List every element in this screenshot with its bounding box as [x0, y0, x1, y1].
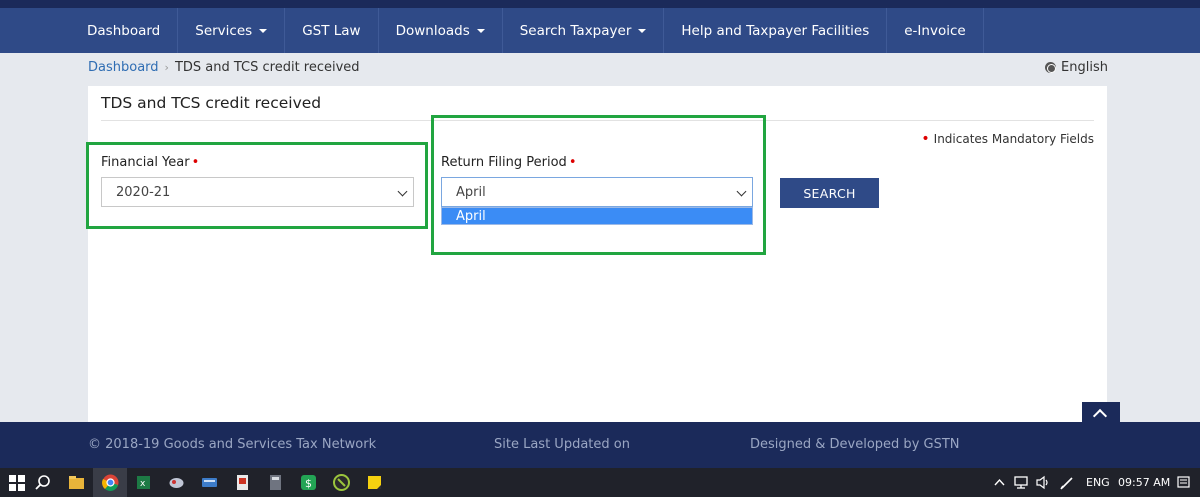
chrome-icon: [102, 474, 119, 491]
excel-icon[interactable]: x: [134, 473, 153, 492]
nav-item-downloads[interactable]: Downloads: [379, 8, 503, 53]
money-app-icon[interactable]: $: [299, 473, 318, 492]
globe-icon: [1045, 62, 1057, 73]
mandatory-note: • Indicates Mandatory Fields: [921, 131, 1094, 147]
svg-text:$: $: [305, 477, 312, 490]
chevron-up-icon[interactable]: [990, 473, 1009, 492]
caret-down-icon: [476, 28, 485, 33]
nav-item-label: GST Law: [302, 22, 361, 39]
breadcrumb-dashboard-link[interactable]: Dashboard: [88, 60, 159, 75]
footer-last-updated: Site Last Updated on: [494, 437, 630, 452]
breadcrumb-current: TDS and TCS credit received: [174, 60, 360, 75]
breadcrumb: Dashboard › TDS and TCS credit received En…: [88, 60, 1108, 80]
clock[interactable]: 09:57 AM: [1118, 476, 1170, 489]
caret-down-icon: [638, 28, 647, 33]
media-app-icon[interactable]: [332, 473, 351, 492]
search-button[interactable]: SEARCH: [780, 178, 879, 208]
calculator-icon[interactable]: [266, 473, 285, 492]
network-icon[interactable]: [1012, 473, 1031, 492]
input-language-indicator[interactable]: ENG: [1086, 476, 1110, 489]
nav-item-gst-law[interactable]: GST Law: [285, 8, 379, 53]
language-selector[interactable]: English: [1045, 60, 1108, 75]
nav-item-search-taxpayer[interactable]: Search Taxpayer: [503, 8, 665, 53]
page-title: TDS and TCS credit received: [101, 94, 322, 112]
nav-item-services[interactable]: Services: [178, 8, 286, 53]
caret-down-icon: [259, 28, 268, 33]
nav-item-label: Dashboard: [87, 22, 161, 39]
mandatory-note-text: Indicates Mandatory Fields: [933, 132, 1094, 146]
nav-item-label: Search Taxpayer: [519, 22, 632, 39]
keyboard-icon[interactable]: [200, 473, 219, 492]
nav-item-label: Downloads: [395, 22, 470, 39]
pen-icon[interactable]: [1058, 473, 1077, 492]
top-strip: [0, 0, 1200, 8]
nav-item-label: Help and Taxpayer Facilities: [681, 22, 870, 39]
footer-designed-by: Designed & Developed by GSTN: [750, 437, 960, 452]
highlight-box-financial-year: [86, 142, 428, 229]
footer: © 2018-19 Goods and Services Tax Network…: [0, 422, 1200, 468]
main-panel: TDS and TCS credit received • Indicates M…: [86, 86, 1107, 422]
volume-icon[interactable]: [1034, 473, 1053, 492]
nav-item-dashboard[interactable]: Dashboard: [70, 8, 179, 53]
windows-start-icon[interactable]: [8, 473, 27, 492]
nav-item-label: Services: [195, 22, 253, 39]
notification-icon[interactable]: [1174, 473, 1193, 492]
nav-item-e-invoice[interactable]: e-Invoice: [887, 8, 984, 53]
search-icon[interactable]: [34, 473, 53, 492]
svg-text:x: x: [140, 479, 146, 489]
scroll-top-button[interactable]: [1082, 402, 1120, 424]
highlight-box-return-period: [431, 115, 766, 255]
windows-taskbar: x $ ENG 09:57 AM: [0, 468, 1200, 497]
main-nav: Dashboard Services GST Law Downloads Search …: [0, 8, 1200, 53]
sticky-notes-icon[interactable]: [365, 473, 384, 492]
nav-list: Dashboard Services GST Law Downloads Search …: [70, 8, 984, 53]
document-app-icon[interactable]: [233, 473, 252, 492]
file-explorer-icon[interactable]: [67, 473, 86, 492]
nav-item-label: e-Invoice: [904, 22, 966, 39]
browser-app-icon[interactable]: [167, 473, 186, 492]
language-label: English: [1061, 60, 1108, 75]
breadcrumb-separator: ›: [164, 61, 169, 74]
nav-item-help-and-taxpayer-facilities[interactable]: Help and Taxpayer Facilities: [664, 8, 888, 53]
required-dot-icon: •: [921, 131, 930, 147]
footer-copyright: © 2018-19 Goods and Services Tax Network: [88, 437, 377, 452]
